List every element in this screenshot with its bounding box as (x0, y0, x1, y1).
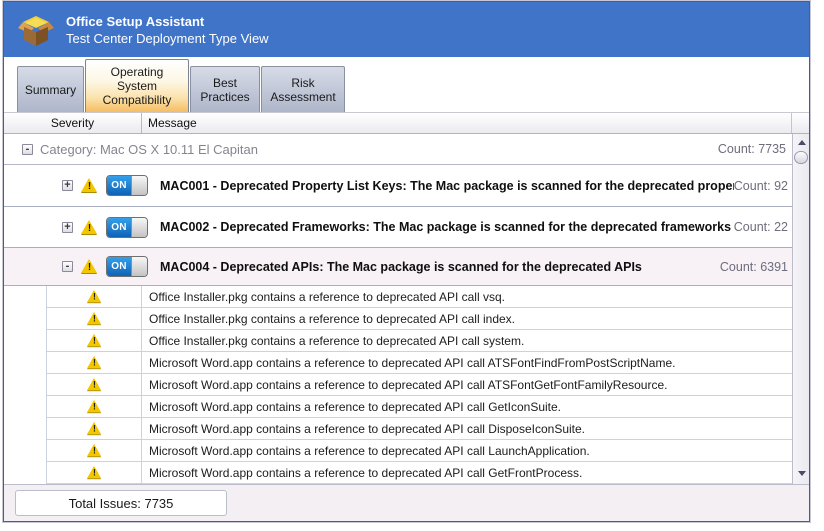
issue-row[interactable]: Microsoft Word.app contains a reference … (46, 462, 792, 484)
column-header-message[interactable]: Message (142, 113, 792, 133)
warning-icon (81, 220, 98, 235)
collapse-icon[interactable]: - (22, 144, 33, 155)
issue-message: Office Installer.pkg contains a referenc… (142, 330, 792, 351)
app-title: Office Setup Assistant (66, 13, 269, 30)
toggle-on-label: ON (107, 257, 131, 276)
warning-icon (81, 259, 98, 274)
issue-severity-cell (47, 308, 142, 329)
app-header: Office Setup Assistant Test Center Deplo… (4, 2, 809, 57)
issue-message: Microsoft Word.app contains a reference … (142, 418, 792, 439)
rule-count: Count: 92 (734, 179, 788, 193)
results-grid: - Category: Mac OS X 10.11 El Capitan Co… (4, 134, 809, 484)
issue-row[interactable]: Microsoft Word.app contains a reference … (46, 418, 792, 440)
tab-best-practices[interactable]: Best Practices (190, 66, 260, 112)
issue-row[interactable]: Office Installer.pkg contains a referenc… (46, 330, 792, 352)
warning-icon (87, 312, 102, 325)
rule-toggle[interactable]: ON (106, 256, 148, 277)
rule-count: Count: 6391 (720, 260, 788, 274)
up-arrow-icon (798, 140, 806, 145)
rule-row-mac001[interactable]: + ON MAC001 - Deprecated Property List K… (4, 165, 792, 207)
tab-operating-system-compatibility[interactable]: Operating System Compatibility (85, 59, 189, 112)
issue-message: Microsoft Word.app contains a reference … (142, 396, 792, 417)
issue-message: Microsoft Word.app contains a reference … (142, 374, 792, 395)
warning-icon (87, 400, 102, 413)
grid-rows: - Category: Mac OS X 10.11 El Capitan Co… (4, 134, 792, 484)
issue-row[interactable]: Microsoft Word.app contains a reference … (46, 440, 792, 462)
warning-icon (87, 290, 102, 303)
warning-icon (87, 466, 102, 479)
rule-title: MAC001 - Deprecated Property List Keys: … (160, 179, 734, 193)
issue-severity-cell (47, 330, 142, 351)
scroll-up-button[interactable] (793, 134, 809, 151)
issue-row[interactable]: Microsoft Word.app contains a reference … (46, 396, 792, 418)
issue-row[interactable]: Microsoft Word.app contains a reference … (46, 352, 792, 374)
toggle-knob (131, 257, 147, 276)
issue-message: Microsoft Word.app contains a reference … (142, 440, 792, 461)
collapse-icon[interactable]: - (62, 261, 73, 272)
category-label: Category: Mac OS X 10.11 El Capitan (40, 142, 718, 157)
app-window: Office Setup Assistant Test Center Deplo… (3, 1, 810, 522)
rule-row-mac004[interactable]: - ON MAC004 - Deprecated APIs: The Mac p… (4, 248, 792, 286)
warning-icon (87, 444, 102, 457)
toggle-knob (131, 218, 147, 237)
tab-bar: Summary Operating System Compatibility B… (4, 57, 809, 112)
toggle-on-label: ON (107, 176, 131, 195)
expand-icon[interactable]: + (62, 180, 73, 191)
status-bar: Total Issues: 7735 (4, 484, 809, 521)
expand-icon[interactable]: + (62, 222, 73, 233)
column-header-severity[interactable]: Severity (4, 113, 142, 133)
warning-icon (81, 178, 98, 193)
category-row[interactable]: - Category: Mac OS X 10.11 El Capitan Co… (4, 134, 792, 165)
issue-severity-cell (47, 352, 142, 373)
total-issues-label: Total Issues: 7735 (69, 496, 174, 511)
issue-message: Microsoft Word.app contains a reference … (142, 352, 792, 373)
rule-title: MAC002 - Deprecated Frameworks: The Mac … (160, 220, 734, 234)
warning-icon (87, 422, 102, 435)
tab-summary[interactable]: Summary (17, 66, 84, 112)
issue-row[interactable]: Office Installer.pkg contains a referenc… (46, 308, 792, 330)
rule-row-mac002[interactable]: + ON MAC002 - Deprecated Frameworks: The… (4, 207, 792, 248)
down-arrow-icon (798, 471, 806, 476)
issue-severity-cell (47, 286, 142, 307)
rule-count: Count: 22 (734, 220, 788, 234)
rule-title: MAC004 - Deprecated APIs: The Mac packag… (160, 260, 720, 274)
toggle-knob (131, 176, 147, 195)
tab-risk-assessment[interactable]: Risk Assessment (261, 66, 345, 112)
scrollbar-thumb[interactable] (794, 151, 808, 164)
issue-severity-cell (47, 440, 142, 461)
issue-row[interactable]: Office Installer.pkg contains a referenc… (46, 286, 792, 308)
warning-icon (87, 334, 102, 347)
category-count: Count: 7735 (718, 142, 786, 156)
total-issues-box: Total Issues: 7735 (15, 490, 227, 516)
rule-toggle[interactable]: ON (106, 217, 148, 238)
issue-message: Office Installer.pkg contains a referenc… (142, 286, 792, 307)
issue-rows: Office Installer.pkg contains a referenc… (4, 286, 792, 484)
issue-row[interactable]: Microsoft Word.app contains a reference … (46, 374, 792, 396)
warning-icon (87, 378, 102, 391)
vertical-scrollbar[interactable] (792, 134, 809, 484)
issue-severity-cell (47, 462, 142, 483)
toggle-on-label: ON (107, 218, 131, 237)
scroll-down-button[interactable] (793, 465, 809, 482)
app-subtitle: Test Center Deployment Type View (66, 30, 269, 47)
issue-message: Office Installer.pkg contains a referenc… (142, 308, 792, 329)
issue-severity-cell (47, 396, 142, 417)
rule-toggle[interactable]: ON (106, 175, 148, 196)
warning-icon (87, 356, 102, 369)
grid-column-headers: Severity Message (4, 112, 809, 134)
header-text: Office Setup Assistant Test Center Deplo… (66, 13, 269, 47)
issue-severity-cell (47, 374, 142, 395)
package-box-icon (16, 12, 56, 48)
issue-message: Microsoft Word.app contains a reference … (142, 462, 792, 483)
issue-severity-cell (47, 418, 142, 439)
screen: Office Setup Assistant Test Center Deplo… (0, 0, 824, 531)
